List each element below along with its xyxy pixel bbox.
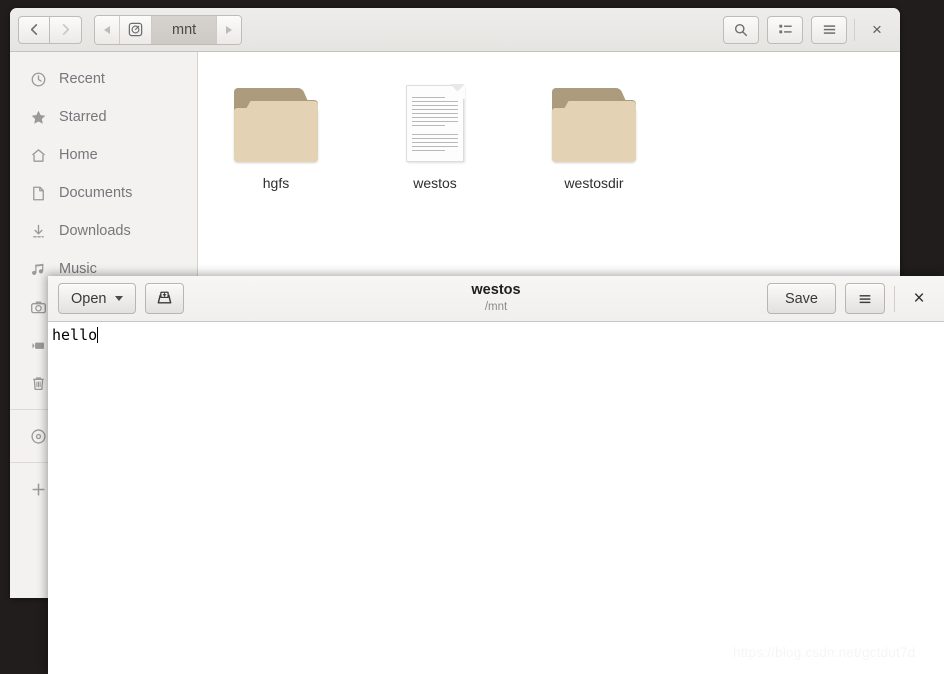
file-item-westosdir[interactable]: westosdir <box>534 66 654 191</box>
icon-grid: hgfs westos westosdir <box>198 66 900 191</box>
sidebar-item-starred[interactable]: Starred <box>10 98 197 136</box>
back-button[interactable] <box>18 15 50 44</box>
watermark: https://blog.csdn.net/gctdut7d <box>733 645 916 660</box>
breadcrumb: mnt <box>94 14 243 45</box>
file-item-label: westosdir <box>564 175 624 191</box>
camera-icon <box>28 297 48 317</box>
file-manager-header-actions: × <box>723 15 892 44</box>
sidebar-item-label: Music <box>59 261 97 277</box>
new-document-button[interactable] <box>145 283 185 314</box>
navigation-buttons <box>18 15 82 44</box>
save-button[interactable]: Save <box>766 283 836 314</box>
hamburger-menu-icon <box>823 25 835 34</box>
document-file-icon <box>406 66 465 162</box>
text-editor-window: Open westos /mnt Save × hello <box>48 276 944 674</box>
sidebar-item-home[interactable]: Home <box>10 136 197 174</box>
file-manager-header-bar: mnt × <box>10 8 900 52</box>
window-subtitle: /mnt <box>484 300 508 313</box>
file-manager-close-button[interactable]: × <box>862 16 892 44</box>
breadcrumb-device-button[interactable] <box>120 15 152 44</box>
video-icon <box>28 335 48 355</box>
chevron-left-icon <box>104 25 110 34</box>
breadcrumb-label: mnt <box>172 21 197 38</box>
music-icon <box>28 259 48 279</box>
disc-icon <box>28 426 48 446</box>
breadcrumb-prev-button[interactable] <box>95 15 120 44</box>
file-item-hgfs[interactable]: hgfs <box>216 66 336 191</box>
window-title: westos <box>471 282 521 299</box>
text-editor-menu-button[interactable] <box>845 283 885 314</box>
breadcrumb-item-mnt[interactable]: mnt <box>152 15 218 44</box>
new-document-icon <box>158 291 172 304</box>
sidebar-item-label: Documents <box>59 185 133 201</box>
text-editor-header-actions: Save × <box>766 283 934 314</box>
file-manager-menu-button[interactable] <box>811 15 847 44</box>
text-editor-header-bar: Open westos /mnt Save × <box>48 276 944 322</box>
list-view-icon <box>778 24 792 34</box>
search-button[interactable] <box>723 15 759 44</box>
trash-icon <box>28 373 48 393</box>
plus-icon <box>28 479 48 499</box>
desktop: mnt × Recent Starred Home Documents Down… <box>0 0 944 674</box>
star-icon <box>28 107 48 127</box>
folder-icon <box>552 66 636 162</box>
sidebar-item-recent[interactable]: Recent <box>10 60 197 98</box>
sidebar-item-documents[interactable]: Documents <box>10 174 197 212</box>
clock-icon <box>28 69 48 89</box>
open-button-label: Open <box>71 290 107 307</box>
sidebar-item-label: Recent <box>59 71 105 87</box>
save-button-label: Save <box>784 290 818 307</box>
chevron-down-icon <box>115 296 124 301</box>
text-cursor <box>97 327 99 343</box>
divider <box>854 18 855 41</box>
open-button[interactable]: Open <box>58 283 137 314</box>
folder-icon <box>234 66 318 162</box>
download-icon <box>28 221 48 241</box>
chevron-right-icon <box>226 25 233 34</box>
divider <box>894 285 895 312</box>
search-icon <box>734 23 748 36</box>
file-item-label: westos <box>413 175 457 191</box>
home-icon <box>28 145 48 165</box>
close-icon: × <box>872 20 882 39</box>
disk-icon <box>128 22 143 37</box>
sidebar-item-label: Starred <box>59 109 107 125</box>
editor-text-area[interactable]: hello <box>52 326 99 345</box>
close-icon: × <box>913 288 925 309</box>
document-icon <box>28 183 48 203</box>
file-item-westos[interactable]: westos <box>375 66 495 191</box>
forward-button[interactable] <box>50 15 82 44</box>
sidebar-item-label: Home <box>59 147 98 163</box>
view-options-button[interactable] <box>767 15 803 44</box>
breadcrumb-next-button[interactable] <box>217 15 242 44</box>
sidebar-item-label: Downloads <box>59 223 131 239</box>
text-editor-close-button[interactable]: × <box>904 285 934 313</box>
sidebar-item-downloads[interactable]: Downloads <box>10 212 197 250</box>
file-item-label: hgfs <box>262 175 290 191</box>
hamburger-menu-icon <box>859 294 871 303</box>
text-editor-body[interactable]: hello <box>48 322 944 674</box>
editor-text-content: hello <box>52 326 98 344</box>
